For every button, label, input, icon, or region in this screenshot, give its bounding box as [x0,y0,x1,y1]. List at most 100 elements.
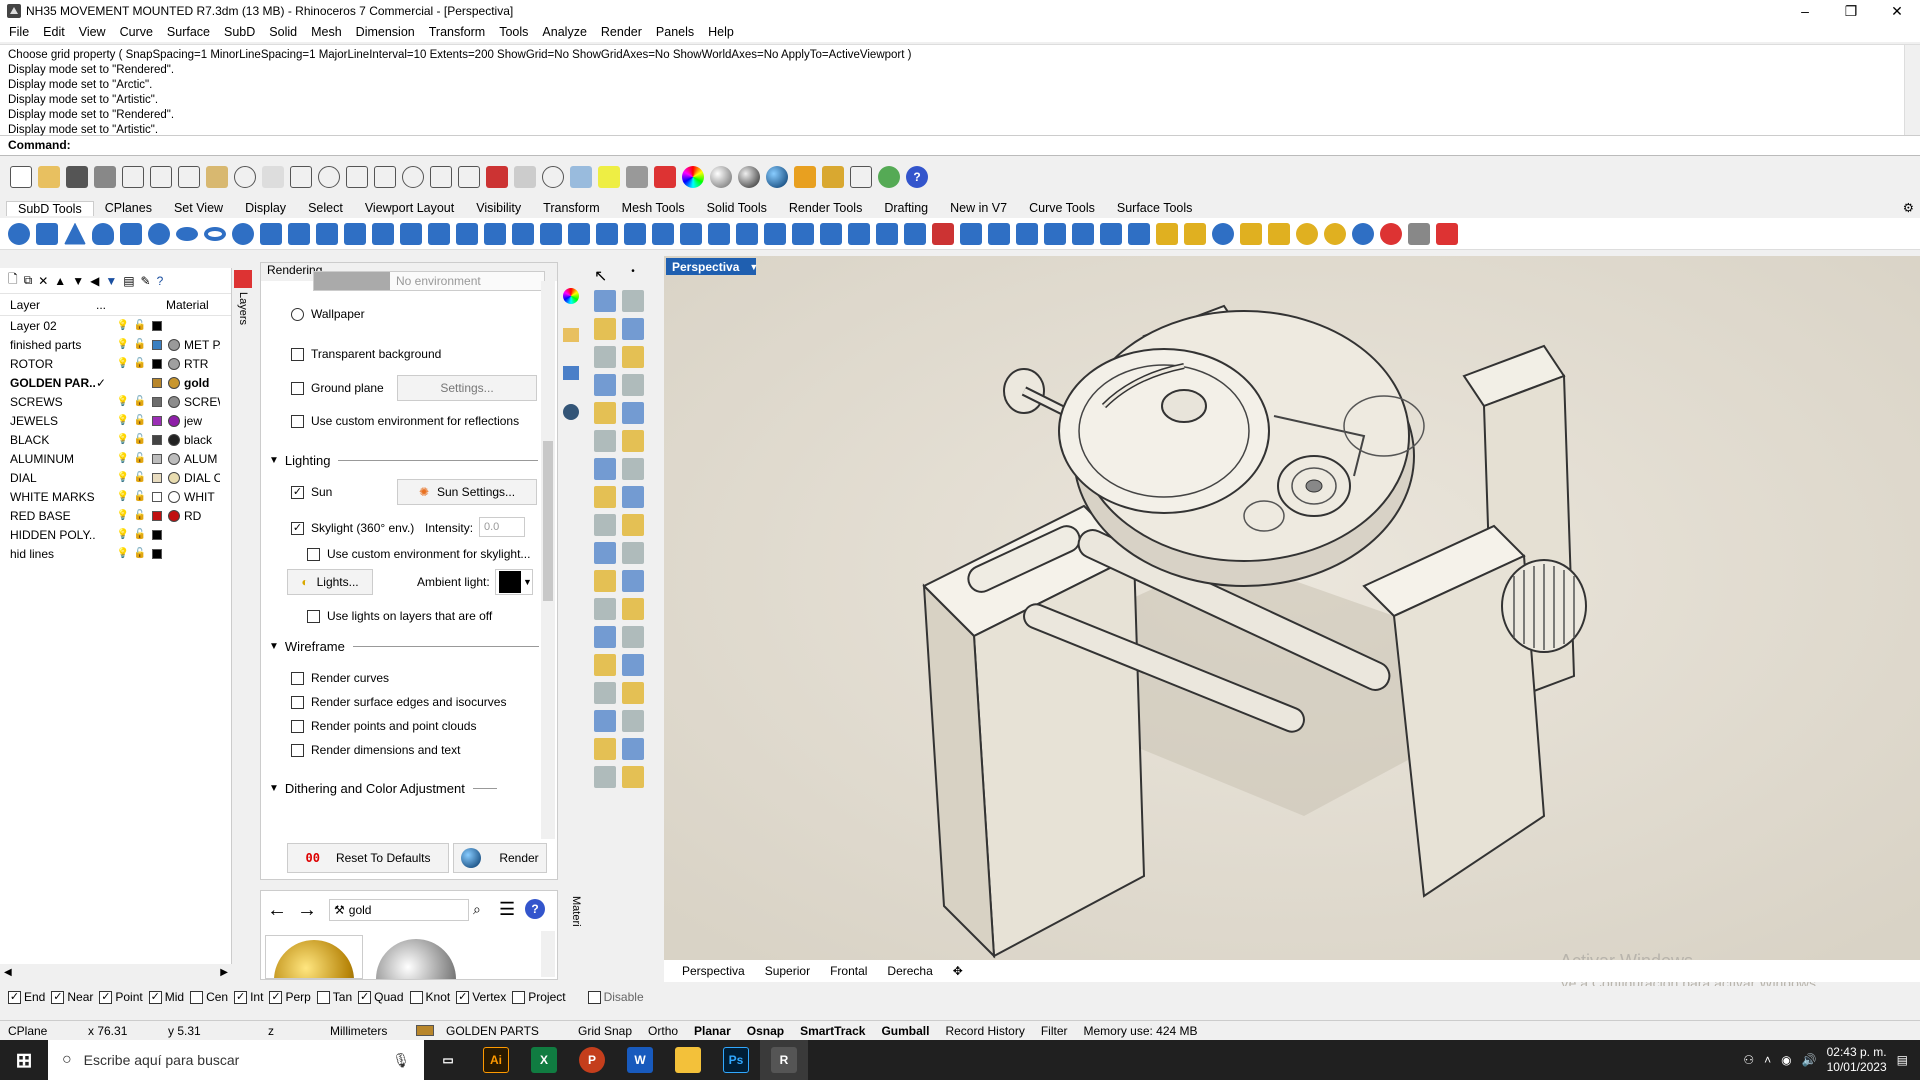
visibility-bulb-icon[interactable]: 💡 [116,510,130,522]
subd-insert-point-icon[interactable] [680,222,702,245]
illustrator-app[interactable]: Ai [472,1040,520,1080]
move-parent-icon[interactable]: ◀ [90,274,99,288]
osnap-checkbox[interactable]: ✓ [269,990,283,1004]
mirror-tool-icon[interactable] [622,682,644,704]
layer-state-icon[interactable]: ▤ [123,274,134,288]
powerpoint-app[interactable]: P [568,1040,616,1080]
menu-render[interactable]: Render [594,25,649,39]
transparent-bg-checkbox[interactable] [291,347,304,361]
subd-ball-icon[interactable] [148,222,170,245]
material-scrollbar[interactable] [541,931,555,977]
material-swatch[interactable] [168,338,180,351]
osnap-perp[interactable]: ✓ Perp [269,990,311,1004]
task-view-button[interactable]: ▭ [424,1040,472,1080]
visibility-bulb-icon[interactable]: 💡 [116,358,130,370]
lock-icon[interactable]: 🔓 [133,529,147,541]
subd-extrude-icon[interactable] [344,222,366,245]
subd-symmetry-icon[interactable] [876,222,898,245]
delete-layer-icon[interactable]: ✕ [38,274,48,288]
layer-name[interactable]: ALUMINUM [0,452,96,466]
render-dimensions-checkbox[interactable] [291,743,304,757]
subd-paint-icon[interactable] [1268,222,1290,245]
toggle-smarttrack[interactable]: SmartTrack [792,1024,873,1038]
lock-icon[interactable] [626,166,648,188]
subd-cylinder-icon[interactable] [120,222,142,245]
vp-tab-derecha[interactable]: Derecha [877,964,942,978]
vp-tab-superior[interactable]: Superior [755,964,820,978]
layer-name[interactable]: finished parts [0,338,96,352]
units-status[interactable]: Millimeters [322,1024,408,1038]
lock-icon[interactable]: 🔓 [133,358,147,370]
photoshop-app[interactable]: Ps [712,1040,760,1080]
subd-globe-icon[interactable] [1212,222,1234,245]
hide-tool-icon[interactable] [594,710,616,732]
layer-name[interactable]: ROTOR [0,357,96,371]
menu-tools[interactable]: Tools [492,25,535,39]
lock-icon[interactable]: 🔓 [133,434,147,446]
ground-settings-button[interactable]: Settings... [397,375,537,401]
mesh-tool-icon[interactable] [594,738,616,760]
four-viewports-icon[interactable] [458,166,480,188]
materials-tab-icon[interactable] [563,404,579,420]
wireframe-section[interactable]: ▼ Wireframe [269,639,539,654]
cplane-status[interactable]: CPlane [0,1024,80,1038]
layer-name[interactable]: hid lines [0,547,96,561]
fillet-tool-icon[interactable] [594,402,616,424]
globe-icon[interactable] [878,166,900,188]
custom-env-reflections-checkbox[interactable] [291,414,304,428]
layer-row[interactable]: BLACK 💡 🔓 black [0,430,231,449]
custom-env-skylight-checkbox[interactable] [307,547,320,561]
toggle-osnap[interactable]: Osnap [739,1024,792,1038]
material-swatch[interactable] [168,357,180,370]
material-thumb-2[interactable] [367,935,465,979]
layers-hscrollbar[interactable]: ◀ ▶ [0,964,232,980]
subd-shell-icon[interactable] [1016,222,1038,245]
ambient-color-picker[interactable]: ▼ [495,569,533,595]
sphere-tool-icon[interactable] [622,430,644,452]
word-app[interactable]: W [616,1040,664,1080]
osnap-quad[interactable]: ✓ Quad [358,990,404,1004]
move-down-icon[interactable]: ▼ [72,274,84,288]
point-icon[interactable]: • [622,266,644,288]
osnap-end[interactable]: ✓ End [8,990,45,1004]
tab-curve-tools[interactable]: Curve Tools [1018,201,1106,215]
osnap-checkbox[interactable]: ✓ [99,990,113,1004]
layer-color-swatch[interactable] [152,453,162,464]
subd-fill-icon[interactable] [596,222,618,245]
material-swatch[interactable] [168,433,180,446]
tab-surface-tools[interactable]: Surface Tools [1106,201,1204,215]
subd-cap-icon[interactable] [1072,222,1094,245]
material-swatch[interactable] [168,509,180,522]
material-tool-icon[interactable] [594,766,616,788]
lock-tool-icon[interactable] [622,710,644,732]
layer-name[interactable]: RED BASE [0,509,96,523]
line-tool-icon[interactable] [622,290,644,312]
menu-subd[interactable]: SubD [217,25,262,39]
tab-settings-gear-icon[interactable]: ⚙ [1903,200,1914,215]
scroll-thumb[interactable] [543,441,553,601]
tab-drafting[interactable]: Drafting [873,201,939,215]
layer-color-swatch[interactable] [152,320,162,331]
layer-color-swatch[interactable] [152,510,162,521]
render-tool-icon[interactable] [622,766,644,788]
menu-dimension[interactable]: Dimension [349,25,422,39]
lock-icon[interactable]: 🔓 [133,548,147,560]
subd-stitch-icon[interactable] [512,222,534,245]
osnap-vertex[interactable]: ✓ Vertex [456,990,506,1004]
zoom-window-icon[interactable] [346,166,368,188]
offset-tool-icon[interactable] [622,402,644,424]
filter-icon[interactable]: ▼ [105,274,117,288]
network-icon[interactable]: ◉ [1781,1053,1791,1067]
material-swatch[interactable] [168,395,180,408]
new-file-icon[interactable] [10,166,32,188]
menu-analyze[interactable]: Analyze [535,25,593,39]
new-sublayer-icon[interactable]: ⧉ [24,273,33,288]
visibility-bulb-icon[interactable]: 💡 [116,320,130,332]
new-layer-icon[interactable]: 🗋 [8,270,18,291]
tab-display[interactable]: Display [234,201,297,215]
options-gear-icon[interactable] [822,166,844,188]
visibility-bulb-icon[interactable] [116,377,130,389]
tab-transform[interactable]: Transform [532,201,611,215]
subd-red-tool-icon[interactable] [1436,222,1458,245]
menu-icon[interactable]: ☰ [499,899,515,920]
